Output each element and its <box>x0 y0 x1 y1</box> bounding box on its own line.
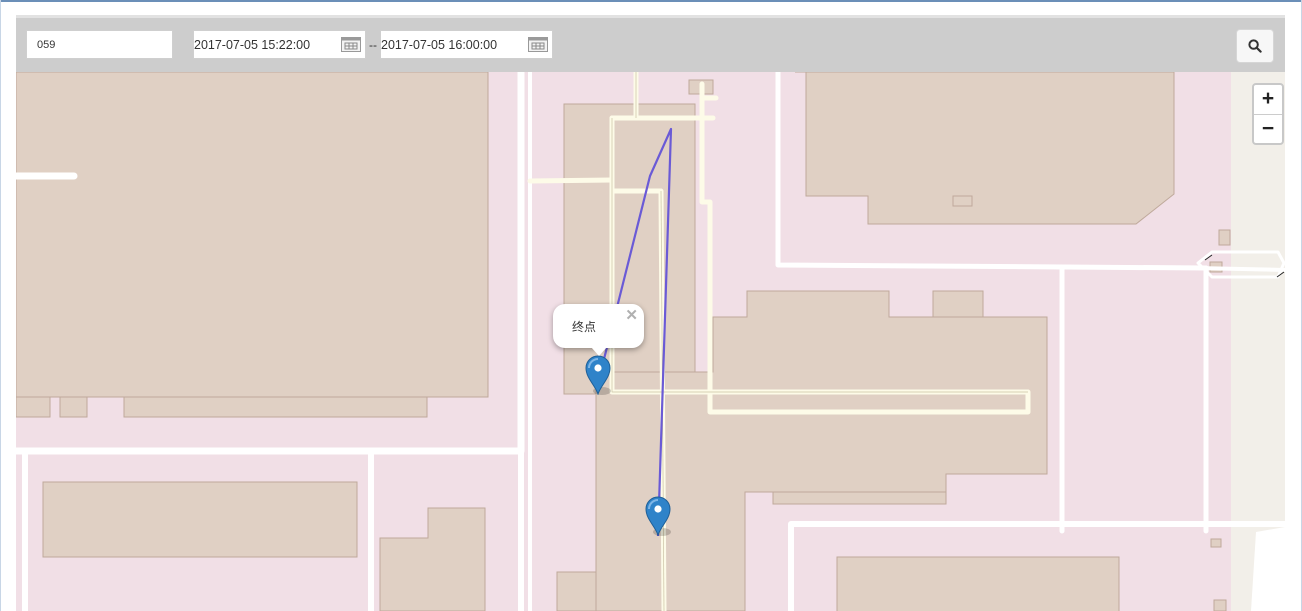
end-time-value: 2017-07-05 16:00:00 <box>381 38 498 52</box>
popup-label: 终点 <box>572 320 597 334</box>
end-point-popup: 终点 ✕ <box>553 304 644 356</box>
search-icon <box>1248 39 1262 53</box>
calendar-icon[interactable] <box>341 37 361 52</box>
zoom-in-button[interactable]: + <box>1254 85 1282 115</box>
end-time-field[interactable]: 2017-07-05 16:00:00 <box>380 30 553 59</box>
start-time-value: 2017-07-05 15:22:00 <box>194 38 311 52</box>
end-point-marker[interactable] <box>585 355 611 395</box>
window-left-border <box>0 0 1 611</box>
window-top-border <box>0 0 1302 2</box>
start-time-field[interactable]: 2017-07-05 15:22:00 <box>193 30 366 59</box>
vehicle-id-input[interactable] <box>26 30 173 59</box>
popup-tip <box>591 347 607 356</box>
track-playback-panel: 2017-07-05 15:22:00 -- 2017-07-05 16:00:… <box>16 15 1285 611</box>
map-canvas[interactable]: + − 终点 ✕ <box>16 72 1285 611</box>
zoom-out-button[interactable]: − <box>1254 115 1282 144</box>
calendar-icon[interactable] <box>528 37 548 52</box>
search-button[interactable] <box>1236 29 1274 63</box>
zoom-control: + − <box>1252 83 1284 145</box>
query-toolbar: 2017-07-05 15:22:00 -- 2017-07-05 16:00:… <box>16 15 1285 72</box>
close-icon[interactable]: ✕ <box>625 306 638 324</box>
date-range-separator: -- <box>369 38 377 52</box>
start-point-marker[interactable] <box>645 496 671 536</box>
